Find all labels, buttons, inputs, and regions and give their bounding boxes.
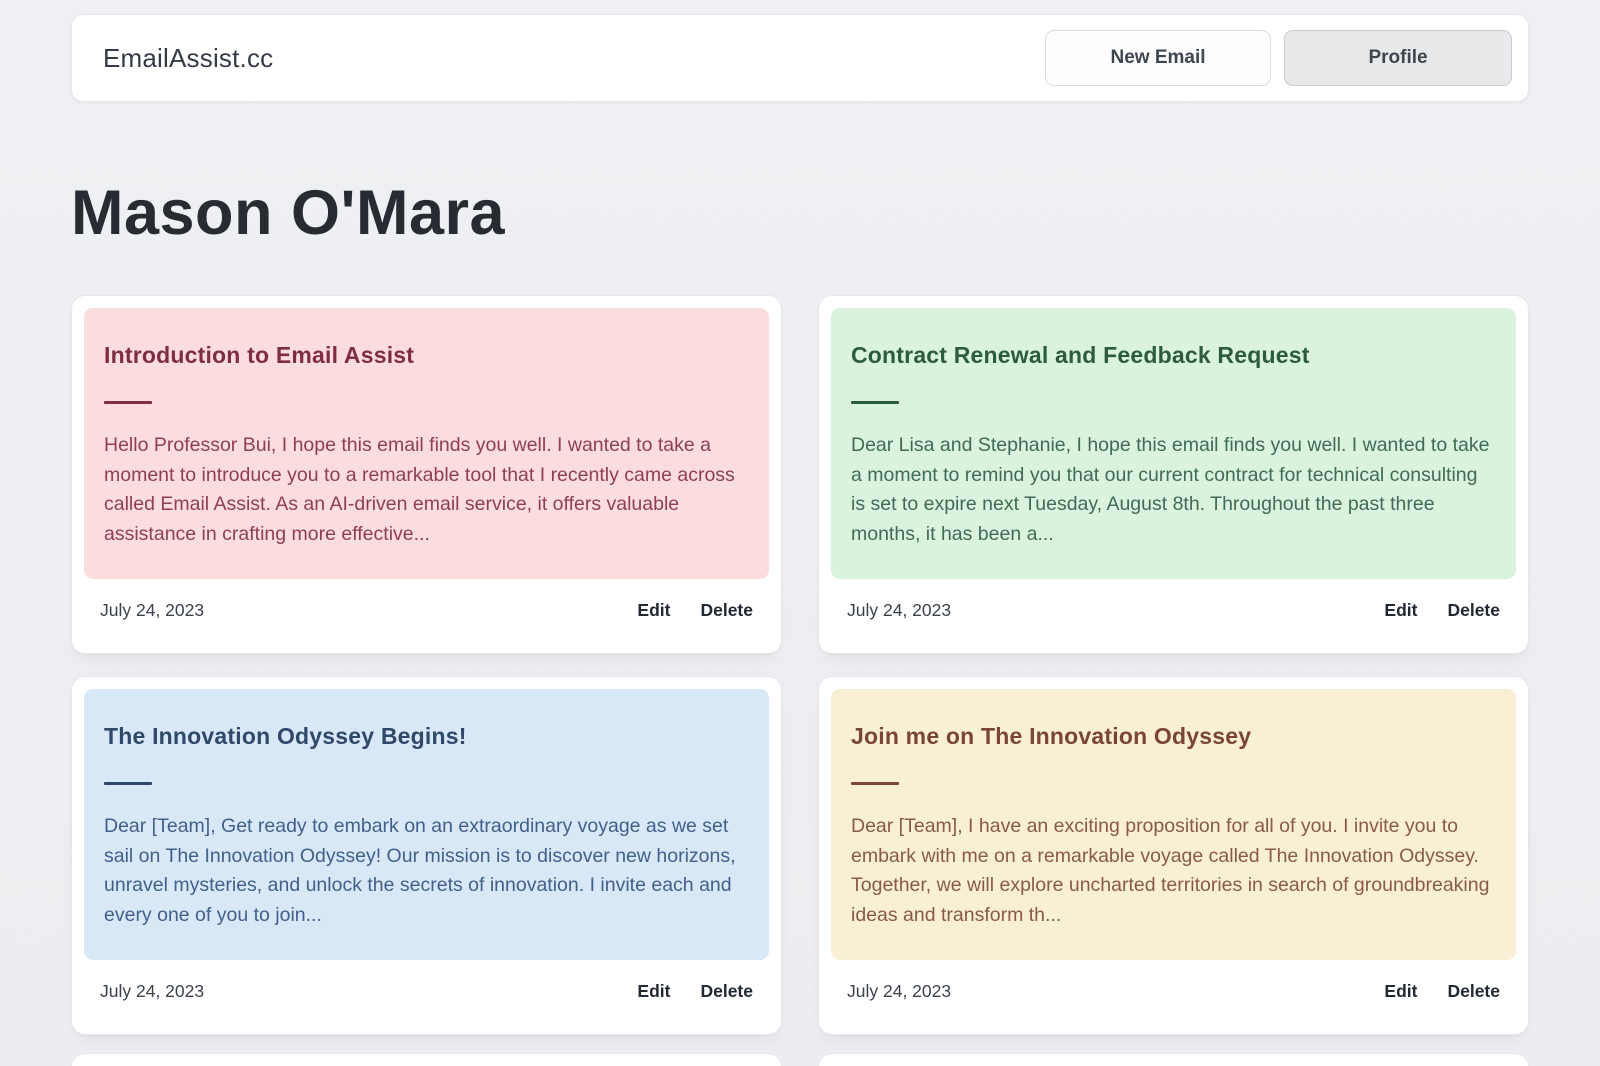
edit-button[interactable]: Edit [637, 981, 670, 1002]
email-card-footer: July 24, 2023 Edit Delete [84, 579, 769, 641]
email-card-partial[interactable] [818, 1053, 1529, 1066]
email-card: Contract Renewal and Feedback Request De… [818, 295, 1529, 654]
email-card-footer: July 24, 2023 Edit Delete [84, 960, 769, 1022]
new-email-button[interactable]: New Email [1045, 30, 1271, 86]
email-card: Introduction to Email Assist Hello Profe… [71, 295, 782, 654]
next-row-partial [71, 1053, 1529, 1066]
email-preview-panel[interactable]: Join me on The Innovation Odyssey Dear [… [831, 689, 1516, 960]
email-title: Introduction to Email Assist [104, 344, 749, 367]
email-card-partial[interactable] [71, 1053, 782, 1066]
email-title: The Innovation Odyssey Begins! [104, 725, 749, 748]
email-preview-text: Dear [Team], Get ready to embark on an e… [104, 812, 749, 930]
email-preview-panel[interactable]: The Innovation Odyssey Begins! Dear [Tea… [84, 689, 769, 960]
delete-button[interactable]: Delete [700, 600, 753, 621]
email-title-divider [851, 401, 899, 404]
delete-button[interactable]: Delete [1447, 600, 1500, 621]
email-date: July 24, 2023 [847, 981, 951, 1002]
edit-button[interactable]: Edit [1384, 981, 1417, 1002]
email-actions: Edit Delete [1384, 600, 1500, 621]
email-date: July 24, 2023 [100, 981, 204, 1002]
page: EmailAssist.cc New Email Profile Mason O… [0, 0, 1600, 1066]
email-grid: Introduction to Email Assist Hello Profe… [71, 295, 1529, 1035]
email-date: July 24, 2023 [847, 600, 951, 621]
email-preview-panel[interactable]: Introduction to Email Assist Hello Profe… [84, 308, 769, 579]
page-title: Mason O'Mara [71, 182, 1529, 245]
email-card-footer: July 24, 2023 Edit Delete [831, 960, 1516, 1022]
email-actions: Edit Delete [637, 981, 753, 1002]
delete-button[interactable]: Delete [1447, 981, 1500, 1002]
app-header: EmailAssist.cc New Email Profile [71, 14, 1529, 102]
delete-button[interactable]: Delete [700, 981, 753, 1002]
edit-button[interactable]: Edit [637, 600, 670, 621]
email-title: Join me on The Innovation Odyssey [851, 725, 1496, 748]
email-title-divider [851, 782, 899, 785]
email-card: The Innovation Odyssey Begins! Dear [Tea… [71, 676, 782, 1035]
email-card: Join me on The Innovation Odyssey Dear [… [818, 676, 1529, 1035]
email-card-footer: July 24, 2023 Edit Delete [831, 579, 1516, 641]
email-preview-text: Dear Lisa and Stephanie, I hope this ema… [851, 431, 1496, 549]
email-title-divider [104, 401, 152, 404]
brand-title: EmailAssist.cc [103, 43, 273, 74]
email-date: July 24, 2023 [100, 600, 204, 621]
edit-button[interactable]: Edit [1384, 600, 1417, 621]
header-actions: New Email Profile [1045, 30, 1512, 86]
profile-button[interactable]: Profile [1284, 30, 1512, 86]
email-actions: Edit Delete [1384, 981, 1500, 1002]
email-preview-panel[interactable]: Contract Renewal and Feedback Request De… [831, 308, 1516, 579]
email-actions: Edit Delete [637, 600, 753, 621]
email-title: Contract Renewal and Feedback Request [851, 344, 1496, 367]
email-preview-text: Dear [Team], I have an exciting proposit… [851, 812, 1496, 930]
email-preview-text: Hello Professor Bui, I hope this email f… [104, 431, 749, 549]
email-title-divider [104, 782, 152, 785]
